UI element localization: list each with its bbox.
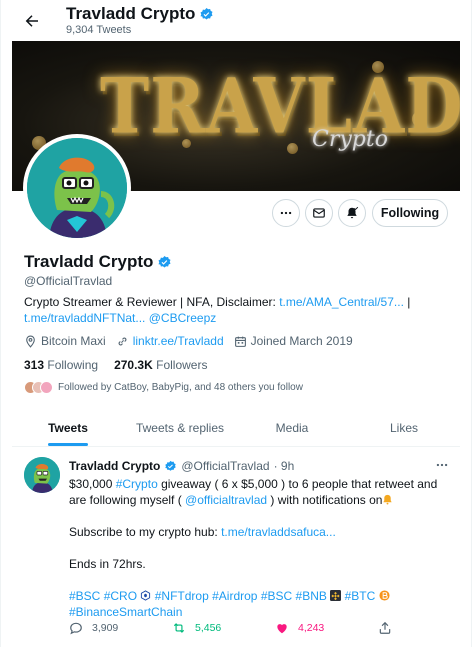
profile-avatar[interactable] [23, 134, 131, 242]
retweet-icon [173, 623, 185, 633]
heart-icon [277, 624, 287, 634]
joined-item: Joined March 2019 [234, 334, 353, 348]
follow-counts: 313 Following 270.3K Followers [24, 358, 207, 372]
tab-tweets[interactable]: Tweets [12, 409, 124, 446]
followers-count-link[interactable]: 270.3K Followers [114, 358, 207, 372]
tweet-time[interactable]: · 9h [274, 459, 295, 473]
verified-badge-icon [165, 460, 177, 471]
like-count: 4,243 [298, 622, 325, 634]
hashtag-btc[interactable]: #BTC [345, 589, 376, 603]
tweet-avatar[interactable] [24, 457, 60, 493]
tweet-text-part: ) with notifications on [267, 493, 383, 507]
location-pin-icon [26, 335, 35, 348]
arrow-left-icon [25, 14, 38, 27]
followers-count: 270.3K [114, 358, 153, 372]
profile-page: Travladd Crypto 9,304 Tweets TRAVLADD Cr… [0, 0, 472, 647]
more-horizontal-icon [280, 211, 292, 215]
profile-name: Travladd Crypto [24, 252, 154, 271]
bio-separator: | [403, 295, 411, 309]
followers-count-label: Followers [156, 358, 208, 372]
top-title: Travladd Crypto [66, 4, 196, 23]
more-horizontal-icon [436, 463, 448, 467]
tweet-link-hub[interactable]: t.me/travladdsafuca... [221, 525, 336, 539]
following-count: 313 [24, 358, 45, 372]
share-button[interactable] [378, 621, 392, 635]
retweet-button[interactable]: 5,456 [172, 621, 275, 635]
verified-badge-icon [158, 255, 171, 267]
bio-link-nft[interactable]: t.me/travladdNFTNat... [24, 311, 145, 325]
tweet-text: $30,000 #Crypto giveaway ( 6 x $5,000 ) … [69, 476, 455, 620]
bell-emoji-icon [383, 494, 393, 505]
message-button[interactable] [305, 199, 333, 227]
hashtag-airdrop[interactable]: #Airdrop [212, 589, 257, 603]
tweet-header: Travladd Crypto @OfficialTravlad · 9h [69, 459, 294, 473]
bio-mention[interactable]: @CBCreepz [149, 311, 217, 325]
tweet-text-part: $30,000 [69, 477, 116, 491]
followed-by-row[interactable]: Followed by CatBoy, BabyPig, and 48 othe… [24, 381, 303, 394]
notifications-button[interactable] [338, 199, 366, 227]
hashtag-cro[interactable]: #CRO [104, 589, 137, 603]
mutual-avatar [40, 381, 53, 394]
retweet-count: 5,456 [195, 622, 222, 634]
hashtag-nftdrop[interactable]: #NFTdrop [155, 589, 209, 603]
back-button[interactable] [12, 1, 52, 41]
website-link[interactable]: linktr.ee/Travladd [133, 334, 224, 348]
mention-officialtravlad[interactable]: @officialtravlad [185, 493, 267, 507]
profile-tabs: Tweets Tweets & replies Media Likes [12, 409, 460, 447]
location-text: Bitcoin Maxi [41, 334, 106, 348]
reply-button[interactable]: 3,909 [69, 621, 172, 635]
following-count-link[interactable]: 313 Following [24, 358, 98, 372]
top-title-block: Travladd Crypto 9,304 Tweets [66, 4, 214, 37]
profile-handle: @OfficialTravlad [24, 274, 113, 288]
tweet-card[interactable]: Travladd Crypto @OfficialTravlad · 9h $3… [12, 447, 460, 647]
profile-meta: Bitcoin Maxi linktr.ee/Travladd Joined M… [24, 334, 353, 348]
bitcoin-emoji-icon [379, 590, 390, 601]
tweet-hashtags: #BSC #CRO #NFTdrop #Airdrop #BSC #BNB #B… [69, 588, 455, 620]
lizard-avatar-icon [27, 138, 127, 238]
banner-logo-text: TRAVLADD [100, 61, 460, 151]
hashtag-binancesmartchain[interactable]: #BinanceSmartChain [69, 605, 182, 619]
like-button[interactable]: 4,243 [275, 621, 378, 635]
mutual-avatars [24, 381, 53, 394]
bio-link-ama[interactable]: t.me/AMA_Central/57... [279, 295, 404, 309]
top-bar: Travladd Crypto 9,304 Tweets [1, 0, 471, 41]
tweet-author-name[interactable]: Travladd Crypto [69, 459, 160, 473]
following-button[interactable]: Following [372, 199, 448, 227]
tweet-text-part: Subscribe to my crypto hub: [69, 525, 222, 539]
profile-bio: Crypto Streamer & Reviewer | NFA, Discla… [24, 294, 459, 326]
hashtag-bnb[interactable]: #BNB [296, 589, 327, 603]
profile-name-row: Travladd Crypto [24, 252, 172, 272]
hashtag-bsc[interactable]: #BSC [69, 589, 100, 603]
following-count-label: Following [47, 358, 99, 372]
tweet-actions: 3,909 5,456 4,243 [69, 621, 399, 635]
tweet-text-ends: Ends in 72hrs. [69, 557, 146, 571]
bio-text: Crypto Streamer & Reviewer | NFA, Discla… [24, 295, 280, 309]
bnb-emoji-icon [330, 590, 342, 601]
cro-emoji-icon [141, 590, 151, 601]
reply-icon [70, 622, 82, 635]
verified-badge-icon [200, 7, 213, 19]
location-item: Bitcoin Maxi [24, 334, 106, 348]
website-item: linktr.ee/Travladd [116, 334, 224, 348]
joined-text: Joined March 2019 [250, 334, 353, 348]
tab-media[interactable]: Media [236, 409, 348, 446]
banner-logo-subtitle: Crypto [312, 127, 388, 152]
more-options-button[interactable] [272, 199, 300, 227]
reply-count: 3,909 [92, 622, 119, 634]
tweet-more-button[interactable] [432, 457, 452, 473]
hashtag-crypto[interactable]: #Crypto [116, 477, 158, 491]
share-icon [379, 621, 391, 634]
hashtag-bsc-2[interactable]: #BSC [261, 589, 292, 603]
tweet-author-handle[interactable]: @OfficialTravlad [181, 459, 269, 473]
tab-tweets-replies[interactable]: Tweets & replies [124, 409, 236, 446]
envelope-icon [313, 208, 325, 218]
link-icon [118, 337, 127, 345]
lizard-avatar-icon [24, 457, 60, 493]
bell-check-icon [347, 206, 359, 219]
followed-by-text: Followed by CatBoy, BabyPig, and 48 othe… [58, 382, 303, 393]
calendar-icon [234, 336, 246, 347]
tweet-count: 9,304 Tweets [66, 24, 132, 36]
tab-likes[interactable]: Likes [348, 409, 460, 446]
